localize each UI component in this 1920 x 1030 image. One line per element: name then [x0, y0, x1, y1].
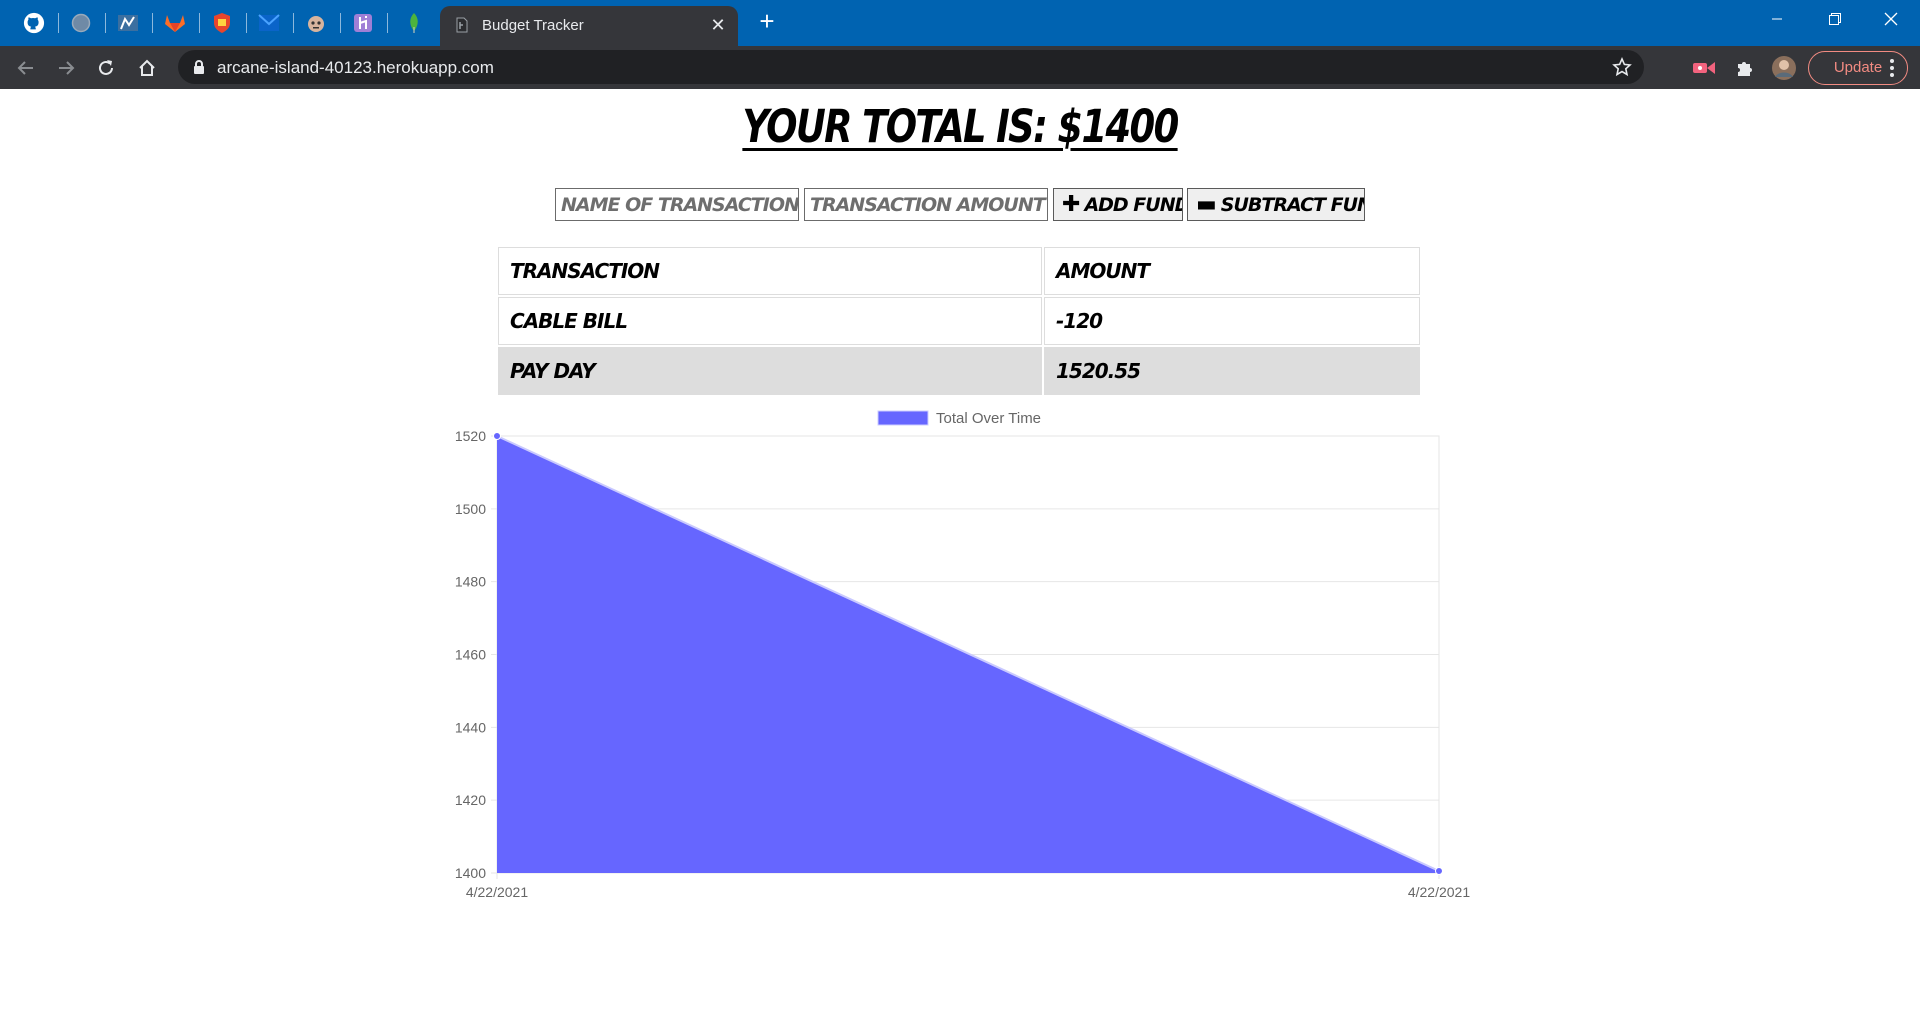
chart-icon: [118, 15, 138, 31]
restore-icon: [1829, 13, 1841, 25]
home-icon: [139, 59, 155, 76]
new-tab-button[interactable]: +: [752, 8, 782, 36]
heroku-icon: [354, 14, 372, 32]
extension-video-button[interactable]: [1691, 55, 1717, 81]
tab-title: Budget Tracker: [482, 17, 584, 34]
y-tick-label: 1520: [455, 428, 486, 444]
browser-toolbar: arcane-island-40123.herokuapp.com Update: [0, 46, 1920, 89]
tab-budget-tracker[interactable]: Budget Tracker ✕: [440, 6, 738, 46]
close-tab-icon[interactable]: ✕: [708, 15, 728, 35]
y-tick-label: 1440: [455, 719, 486, 735]
pinned-tab-chart[interactable]: [110, 8, 146, 38]
address-bar[interactable]: arcane-island-40123.herokuapp.com: [178, 50, 1644, 84]
x-tick-label: 4/22/2021: [1408, 884, 1470, 900]
globe-icon: [71, 13, 91, 33]
extensions-button[interactable]: [1732, 55, 1758, 81]
avatar: [1772, 56, 1796, 80]
data-point: [493, 432, 501, 440]
tab-strip: Budget Tracker ✕ +: [0, 0, 1920, 46]
pinned-tab-shield[interactable]: [204, 8, 240, 38]
forward-button[interactable]: [50, 52, 82, 84]
legend-swatch: [877, 410, 929, 426]
pinned-tab-mongodb[interactable]: [396, 8, 432, 38]
outlook-icon: [258, 14, 280, 31]
total-over-time-chart: 1400 1420 1440 1460 1480 1500 1520 4/22/2021 4/2…: [455, 410, 1471, 900]
minimize-button[interactable]: [1748, 0, 1806, 38]
mongodb-icon: [410, 13, 418, 33]
puzzle-piece-icon: [1738, 62, 1752, 76]
home-button[interactable]: [131, 52, 163, 84]
menu-dots-icon[interactable]: [1882, 55, 1902, 81]
url-text: arcane-island-40123.herokuapp.com: [217, 58, 494, 77]
y-tick-label: 1400: [455, 865, 486, 881]
pinned-tab-bot[interactable]: [298, 8, 334, 38]
profile-button[interactable]: [1771, 55, 1797, 81]
y-tick-label: 1500: [455, 501, 486, 517]
pinned-tab-github[interactable]: [16, 8, 52, 38]
page-content: YOUR TOTAL IS: $1400 ✚ ADD FUNDS ▬ SUBTR…: [0, 89, 1920, 1030]
reload-button[interactable]: [90, 52, 122, 84]
gitlab-icon: [165, 15, 185, 32]
forward-arrow-icon: [59, 61, 75, 75]
legend-label: Total Over Time: [936, 410, 1041, 427]
lock-icon: [194, 60, 204, 74]
y-tick-label: 1460: [455, 647, 486, 663]
data-point: [1435, 866, 1443, 875]
y-tick-label: 1420: [455, 792, 486, 808]
reload-icon: [99, 60, 113, 75]
x-tick-label: 4/22/2021: [466, 884, 528, 900]
github-icon: [23, 12, 45, 34]
back-arrow-icon: [17, 61, 33, 75]
close-window-button[interactable]: [1862, 0, 1920, 38]
pinned-tab-heroku[interactable]: [345, 8, 381, 38]
minimize-icon: [1772, 18, 1782, 20]
shield-icon: [214, 13, 230, 33]
y-tick-label: 1480: [455, 574, 486, 590]
restore-button[interactable]: [1806, 0, 1864, 38]
bookmark-star-icon[interactable]: [1612, 57, 1632, 77]
pinned-tab-outlook[interactable]: [251, 8, 287, 38]
page-favicon-icon: [456, 17, 468, 33]
back-button[interactable]: [10, 52, 42, 84]
bot-icon: [308, 16, 324, 32]
video-extension-icon: [1693, 62, 1715, 74]
pinned-tab-gitlab[interactable]: [157, 8, 193, 38]
close-icon: [1884, 12, 1898, 26]
pinned-tab-globe[interactable]: [63, 8, 99, 38]
